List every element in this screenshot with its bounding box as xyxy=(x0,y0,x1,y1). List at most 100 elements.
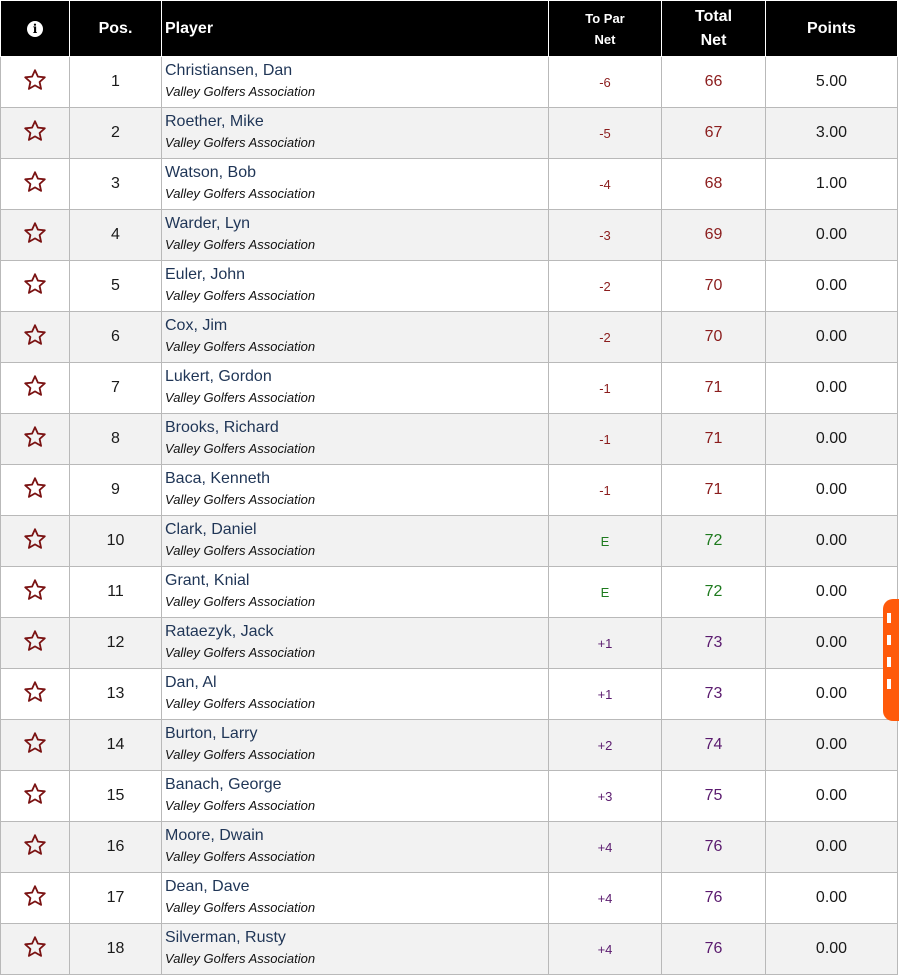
player-cell: Brooks, Richard Valley Golfers Associati… xyxy=(161,413,549,465)
favorite-cell xyxy=(0,617,70,669)
player-club: Valley Golfers Association xyxy=(165,594,316,609)
player-name[interactable]: Warder, Lyn xyxy=(165,214,548,234)
player-name[interactable]: Christiansen, Dan xyxy=(165,61,548,81)
player-name[interactable]: Baca, Kenneth xyxy=(165,469,548,489)
points-column-header[interactable]: Points xyxy=(765,0,898,57)
position-cell: 12 xyxy=(69,617,162,669)
table-row[interactable]: 1 Christiansen, Dan Valley Golfers Assoc… xyxy=(0,56,898,108)
star-outline-icon[interactable] xyxy=(23,731,47,755)
player-club: Valley Golfers Association xyxy=(165,288,316,303)
star-outline-icon[interactable] xyxy=(23,578,47,602)
feedback-side-tab[interactable] xyxy=(883,599,899,721)
table-row[interactable]: 14 Burton, Larry Valley Golfers Associat… xyxy=(0,719,898,771)
table-row[interactable]: 5 Euler, John Valley Golfers Association… xyxy=(0,260,898,312)
star-outline-icon[interactable] xyxy=(23,833,47,857)
star-outline-icon[interactable] xyxy=(23,935,47,959)
to-par-cell: +2 xyxy=(548,719,662,771)
table-row[interactable]: 6 Cox, Jim Valley Golfers Association -2… xyxy=(0,311,898,363)
star-outline-icon[interactable] xyxy=(23,527,47,551)
star-outline-icon[interactable] xyxy=(23,425,47,449)
favorite-cell xyxy=(0,821,70,873)
points-cell: 0.00 xyxy=(765,311,898,363)
table-row[interactable]: 10 Clark, Daniel Valley Golfers Associat… xyxy=(0,515,898,567)
star-outline-icon[interactable] xyxy=(23,629,47,653)
points-cell: 0.00 xyxy=(765,464,898,516)
position-cell: 9 xyxy=(69,464,162,516)
star-outline-icon[interactable] xyxy=(23,884,47,908)
player-name[interactable]: Grant, Knial xyxy=(165,571,548,591)
points-cell: 0.00 xyxy=(765,515,898,567)
star-outline-icon[interactable] xyxy=(23,782,47,806)
table-row[interactable]: 8 Brooks, Richard Valley Golfers Associa… xyxy=(0,413,898,465)
star-outline-icon[interactable] xyxy=(23,374,47,398)
player-column-header[interactable]: Player xyxy=(161,0,549,57)
total-net-cell: 72 xyxy=(661,515,766,567)
star-outline-icon[interactable] xyxy=(23,68,47,92)
position-cell: 7 xyxy=(69,362,162,414)
star-outline-icon[interactable] xyxy=(23,170,47,194)
player-name[interactable]: Watson, Bob xyxy=(165,163,548,183)
star-outline-icon[interactable] xyxy=(23,476,47,500)
player-cell: Banach, George Valley Golfers Associatio… xyxy=(161,770,549,822)
player-name[interactable]: Burton, Larry xyxy=(165,724,548,744)
table-row[interactable]: 7 Lukert, Gordon Valley Golfers Associat… xyxy=(0,362,898,414)
table-row[interactable]: 2 Roether, Mike Valley Golfers Associati… xyxy=(0,107,898,159)
total-net-column-header[interactable]: Total Net xyxy=(661,0,766,57)
star-outline-icon[interactable] xyxy=(23,221,47,245)
player-name[interactable]: Roether, Mike xyxy=(165,112,548,132)
player-cell: Rataezyk, Jack Valley Golfers Associatio… xyxy=(161,617,549,669)
table-row[interactable]: 13 Dan, Al Valley Golfers Association +1… xyxy=(0,668,898,720)
table-row[interactable]: 18 Silverman, Rusty Valley Golfers Assoc… xyxy=(0,923,898,975)
points-cell: 0.00 xyxy=(765,719,898,771)
player-cell: Watson, Bob Valley Golfers Association xyxy=(161,158,549,210)
info-header-cell[interactable]: i xyxy=(0,0,70,57)
player-name[interactable]: Dean, Dave xyxy=(165,877,548,897)
player-cell: Dean, Dave Valley Golfers Association xyxy=(161,872,549,924)
total-net-cell: 69 xyxy=(661,209,766,261)
table-row[interactable]: 9 Baca, Kenneth Valley Golfers Associati… xyxy=(0,464,898,516)
star-outline-icon[interactable] xyxy=(23,272,47,296)
to-par-cell: E xyxy=(548,566,662,618)
player-name[interactable]: Lukert, Gordon xyxy=(165,367,548,387)
star-outline-icon[interactable] xyxy=(23,680,47,704)
table-row[interactable]: 15 Banach, George Valley Golfers Associa… xyxy=(0,770,898,822)
table-row[interactable]: 17 Dean, Dave Valley Golfers Association… xyxy=(0,872,898,924)
points-cell: 5.00 xyxy=(765,56,898,108)
player-club: Valley Golfers Association xyxy=(165,900,316,915)
player-name[interactable]: Euler, John xyxy=(165,265,548,285)
to-par-cell: -3 xyxy=(548,209,662,261)
player-name[interactable]: Silverman, Rusty xyxy=(165,928,548,948)
position-cell: 8 xyxy=(69,413,162,465)
player-name[interactable]: Dan, Al xyxy=(165,673,548,693)
player-club: Valley Golfers Association xyxy=(165,390,316,405)
table-row[interactable]: 12 Rataezyk, Jack Valley Golfers Associa… xyxy=(0,617,898,669)
table-row[interactable]: 16 Moore, Dwain Valley Golfers Associati… xyxy=(0,821,898,873)
player-name[interactable]: Banach, George xyxy=(165,775,548,795)
to-par-column-header[interactable]: To Par Net xyxy=(548,0,662,57)
table-row[interactable]: 4 Warder, Lyn Valley Golfers Association… xyxy=(0,209,898,261)
player-cell: Christiansen, Dan Valley Golfers Associa… xyxy=(161,56,549,108)
points-cell: 0.00 xyxy=(765,209,898,261)
player-club: Valley Golfers Association xyxy=(165,951,316,966)
total-net-cell: 72 xyxy=(661,566,766,618)
player-cell: Euler, John Valley Golfers Association xyxy=(161,260,549,312)
table-row[interactable]: 11 Grant, Knial Valley Golfers Associati… xyxy=(0,566,898,618)
info-icon[interactable]: i xyxy=(27,20,43,37)
to-par-cell: +3 xyxy=(548,770,662,822)
player-name[interactable]: Brooks, Richard xyxy=(165,418,548,438)
player-name[interactable]: Moore, Dwain xyxy=(165,826,548,846)
player-club: Valley Golfers Association xyxy=(165,798,316,813)
player-cell: Roether, Mike Valley Golfers Association xyxy=(161,107,549,159)
points-cell: 0.00 xyxy=(765,566,898,618)
favorite-cell xyxy=(0,311,70,363)
player-name[interactable]: Clark, Daniel xyxy=(165,520,548,540)
pos-column-header[interactable]: Pos. xyxy=(69,0,162,57)
player-club: Valley Golfers Association xyxy=(165,339,316,354)
table-row[interactable]: 3 Watson, Bob Valley Golfers Association… xyxy=(0,158,898,210)
player-name[interactable]: Cox, Jim xyxy=(165,316,548,336)
star-outline-icon[interactable] xyxy=(23,119,47,143)
star-outline-icon[interactable] xyxy=(23,323,47,347)
player-cell: Dan, Al Valley Golfers Association xyxy=(161,668,549,720)
player-name[interactable]: Rataezyk, Jack xyxy=(165,622,548,642)
favorite-cell xyxy=(0,158,70,210)
